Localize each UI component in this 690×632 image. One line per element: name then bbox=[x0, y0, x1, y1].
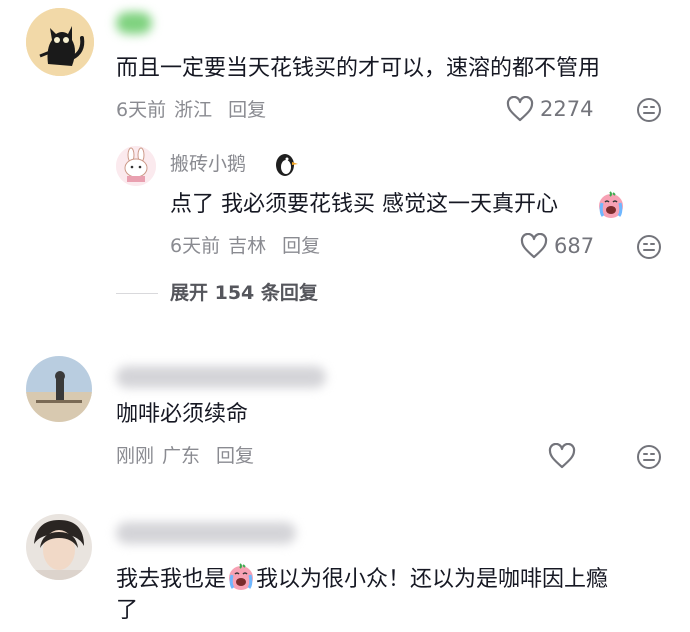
black-cat-icon bbox=[26, 8, 94, 76]
avatar-person[interactable] bbox=[26, 514, 92, 580]
reply-username[interactable]: 搬砖小鹅 bbox=[170, 152, 246, 176]
expand-divider bbox=[116, 293, 158, 294]
comment-meta: 6天前 浙江 回复 bbox=[116, 98, 266, 122]
comment-time: 刚刚 bbox=[116, 445, 155, 467]
username-blurred[interactable] bbox=[116, 366, 326, 388]
heart-outline-icon bbox=[520, 233, 548, 259]
username-blurred[interactable] bbox=[116, 12, 152, 34]
reply-reply-button[interactable]: 回复 bbox=[282, 235, 320, 257]
like-count: 2274 bbox=[540, 97, 594, 121]
neutral-face-icon[interactable] bbox=[636, 97, 662, 123]
crying-emoji-icon bbox=[599, 191, 623, 218]
avatar-cat[interactable] bbox=[26, 8, 94, 76]
reply-button[interactable]: 回复 bbox=[216, 445, 254, 467]
bunny-icon bbox=[116, 146, 156, 186]
reply-meta: 6天前 吉林 回复 bbox=[170, 234, 320, 258]
reply-button[interactable]: 回复 bbox=[228, 99, 266, 121]
comment-text-part1: 我去我也是 bbox=[116, 567, 227, 592]
comment-text: 咖啡必须续命 bbox=[116, 402, 249, 427]
comment-time: 6天前 bbox=[116, 99, 167, 121]
beach-photo-icon bbox=[26, 356, 92, 422]
comment-text: 而且一定要当天花钱买的才可以，速溶的都不管用 bbox=[116, 56, 601, 81]
comment-meta: 刚刚 广东 回复 bbox=[116, 444, 254, 468]
heart-outline-icon bbox=[506, 96, 534, 122]
penguin-emoji-icon bbox=[276, 154, 298, 176]
reply-like-button[interactable]: 687 bbox=[520, 233, 594, 259]
reply-like-count: 687 bbox=[554, 234, 595, 258]
neutral-face-icon[interactable] bbox=[636, 444, 662, 470]
person-photo-icon bbox=[26, 514, 92, 580]
comment-text-line2: 了 bbox=[116, 598, 139, 623]
crying-emoji-icon bbox=[229, 563, 254, 590]
comment-text-line1: 我去我也是 我以为很小众！还以为是咖啡因上瘾 bbox=[116, 562, 608, 595]
heart-outline-icon[interactable] bbox=[548, 443, 576, 469]
like-button[interactable]: 2274 bbox=[506, 96, 593, 122]
reply-time: 6天前 bbox=[170, 235, 221, 257]
reply-text: 点了 我必须要花钱买 感觉这一天真开心 bbox=[170, 192, 558, 217]
comment-text-part2: 我以为很小众！还以为是咖啡因上瘾 bbox=[256, 567, 609, 592]
reply-location: 吉林 bbox=[228, 235, 267, 257]
avatar-bunny[interactable] bbox=[116, 146, 156, 186]
comment-location: 浙江 bbox=[174, 99, 213, 121]
neutral-face-icon[interactable] bbox=[636, 234, 662, 260]
expand-replies-button[interactable]: 展开 154 条回复 bbox=[170, 281, 318, 305]
username-blurred[interactable] bbox=[116, 522, 296, 544]
comment-location: 广东 bbox=[162, 445, 201, 467]
avatar-beach[interactable] bbox=[26, 356, 92, 422]
